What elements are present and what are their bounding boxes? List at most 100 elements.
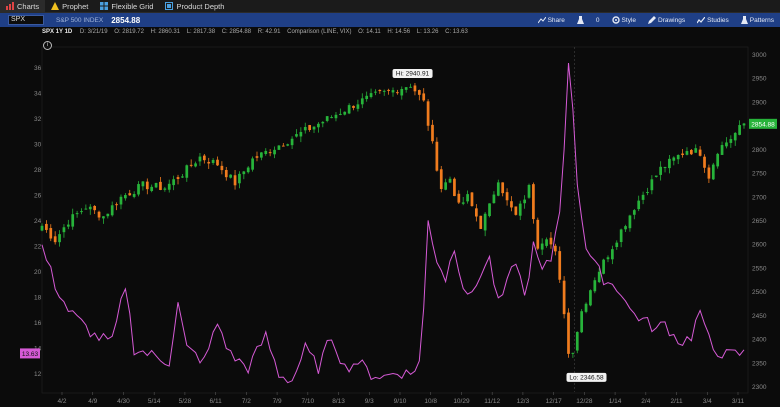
tab-flexible-grid[interactable]: Flexible Grid bbox=[94, 0, 159, 13]
spx-candle-body bbox=[435, 141, 439, 171]
spx-axis-tick-label: 2900 bbox=[752, 99, 767, 106]
spx-candle-body bbox=[698, 149, 702, 156]
spx-candle-body bbox=[106, 213, 110, 217]
x-axis-tick-label: 7/10 bbox=[301, 398, 314, 405]
vix-axis-tick-label: 36 bbox=[34, 65, 42, 72]
spx-candle-body bbox=[268, 152, 272, 154]
drawings-button[interactable]: Drawings bbox=[648, 16, 685, 24]
last-price: 2854.88 bbox=[111, 15, 141, 25]
spx-price-tag-label: 2854.88 bbox=[751, 121, 775, 128]
spx-candle-body bbox=[483, 213, 487, 231]
symbol-description: S&P 500 INDEX bbox=[56, 16, 104, 24]
spx-candle-body bbox=[716, 153, 720, 167]
spx-candle-body bbox=[290, 138, 294, 146]
spx-candle-body bbox=[659, 166, 662, 175]
x-axis-tick-label: 12/17 bbox=[545, 398, 562, 405]
spx-candle-body bbox=[514, 206, 518, 215]
spx-candle-body bbox=[606, 257, 610, 260]
vix-price-tag-label: 13.63 bbox=[22, 351, 39, 358]
tab-bar: Charts Prophet Flexible Grid Product Dep… bbox=[0, 0, 780, 13]
spx-axis-tick-label: 3000 bbox=[752, 52, 767, 59]
spx-candle-body bbox=[303, 126, 307, 131]
spx-candle-body bbox=[128, 193, 132, 196]
info-icon[interactable]: i bbox=[43, 41, 52, 50]
chart-symbol-period: SPX 1Y 1D bbox=[42, 29, 73, 35]
spx-candle-body bbox=[676, 154, 680, 160]
spx-axis-tick-label: 2300 bbox=[752, 384, 767, 391]
share-button[interactable]: Share bbox=[537, 16, 565, 24]
spx-candle-body bbox=[75, 213, 79, 215]
spx-candle-body bbox=[466, 194, 469, 202]
patterns-label: Patterns bbox=[749, 16, 774, 24]
studies-icon bbox=[697, 16, 706, 24]
spx-candle-body bbox=[681, 153, 684, 156]
chart-plot-area[interactable]: 3634323028262422201816141230002950290028… bbox=[0, 27, 780, 407]
patterns-button[interactable]: Patterns bbox=[740, 16, 774, 24]
x-axis-tick-label: 12/3 bbox=[517, 398, 530, 405]
spx-axis-tick-label: 2350 bbox=[752, 360, 767, 367]
comparison-label: Comparison (LINE, VIX) bbox=[287, 29, 352, 35]
alert-count: 0 bbox=[595, 16, 600, 24]
x-axis-tick-label: 12/28 bbox=[576, 398, 593, 405]
spx-candle-body bbox=[220, 165, 224, 171]
spx-candle-body bbox=[417, 90, 421, 95]
spx-candle-body bbox=[492, 194, 496, 204]
spx-candle-body bbox=[159, 181, 162, 190]
spx-candle-body bbox=[163, 188, 167, 190]
spx-candle-body bbox=[141, 181, 145, 187]
spx-candle-body bbox=[602, 259, 605, 274]
symbol-input[interactable]: SPX bbox=[8, 15, 44, 25]
x-axis-tick-label: 5/28 bbox=[179, 398, 192, 405]
spx-candle-body bbox=[396, 92, 399, 94]
spx-candle-body bbox=[615, 242, 619, 248]
spx-candle-body bbox=[273, 149, 276, 155]
spx-axis-tick-label: 2650 bbox=[752, 218, 767, 225]
spx-candle-body bbox=[475, 208, 478, 217]
spx-candle-body bbox=[382, 90, 386, 92]
spx-candle-body bbox=[58, 234, 61, 243]
price-chart[interactable]: 3634323028262422201816141230002950290028… bbox=[0, 27, 780, 407]
spx-candle-body bbox=[431, 124, 434, 142]
x-axis-tick-label: 11/12 bbox=[484, 398, 500, 405]
spx-candle-body bbox=[387, 89, 390, 91]
x-axis-tick-label: 4/30 bbox=[117, 398, 130, 405]
x-axis-tick-label: 2/11 bbox=[670, 398, 683, 405]
alerts-button[interactable]: 0 bbox=[596, 17, 600, 24]
spx-candle-body bbox=[264, 150, 268, 155]
patterns-icon bbox=[740, 16, 748, 24]
spx-candle-body bbox=[88, 206, 92, 210]
spx-candle-body bbox=[53, 236, 57, 243]
studies-button[interactable]: Studies bbox=[697, 16, 729, 24]
tab-charts[interactable]: Charts bbox=[0, 0, 46, 13]
spx-candle-body bbox=[312, 126, 316, 130]
x-axis-tick-label: 3/4 bbox=[703, 398, 712, 405]
spx-candle-body bbox=[711, 164, 715, 180]
bar-open: O: 2819.72 bbox=[114, 29, 144, 35]
tab-product-depth-label: Product Depth bbox=[176, 1, 225, 11]
spx-candle-body bbox=[733, 132, 737, 141]
chart-header: SPX 1Y 1D D: 3/21/19 O: 2819.72 H: 2860.… bbox=[42, 29, 473, 35]
tab-prophet[interactable]: Prophet bbox=[45, 0, 94, 13]
spx-candle-body bbox=[84, 208, 88, 210]
spx-candle-body bbox=[488, 203, 491, 217]
tab-product-depth[interactable]: Product Depth bbox=[159, 0, 230, 13]
flask-button[interactable] bbox=[576, 16, 584, 24]
spx-candle-body bbox=[518, 203, 522, 216]
cmp-open: O: 14.11 bbox=[358, 29, 381, 35]
hi-label: Hi: 2940.91 bbox=[396, 71, 430, 78]
spx-candle-body bbox=[137, 184, 140, 195]
vix-axis-tick-label: 18 bbox=[34, 295, 42, 302]
spx-candle-body bbox=[654, 175, 658, 178]
spx-candle-body bbox=[102, 216, 105, 219]
spx-candle-body bbox=[575, 331, 579, 351]
spx-axis-tick-label: 2600 bbox=[752, 242, 767, 249]
style-button[interactable]: Style bbox=[611, 16, 636, 24]
spx-candle-body bbox=[689, 149, 693, 155]
spx-candle-body bbox=[694, 148, 698, 153]
depth-icon bbox=[165, 2, 174, 10]
x-axis-tick-label: 7/2 bbox=[242, 398, 251, 405]
spx-candle-body bbox=[233, 175, 237, 186]
spx-candle-body bbox=[738, 125, 741, 135]
spx-candle-body bbox=[330, 117, 333, 119]
spx-candle-body bbox=[124, 195, 127, 199]
